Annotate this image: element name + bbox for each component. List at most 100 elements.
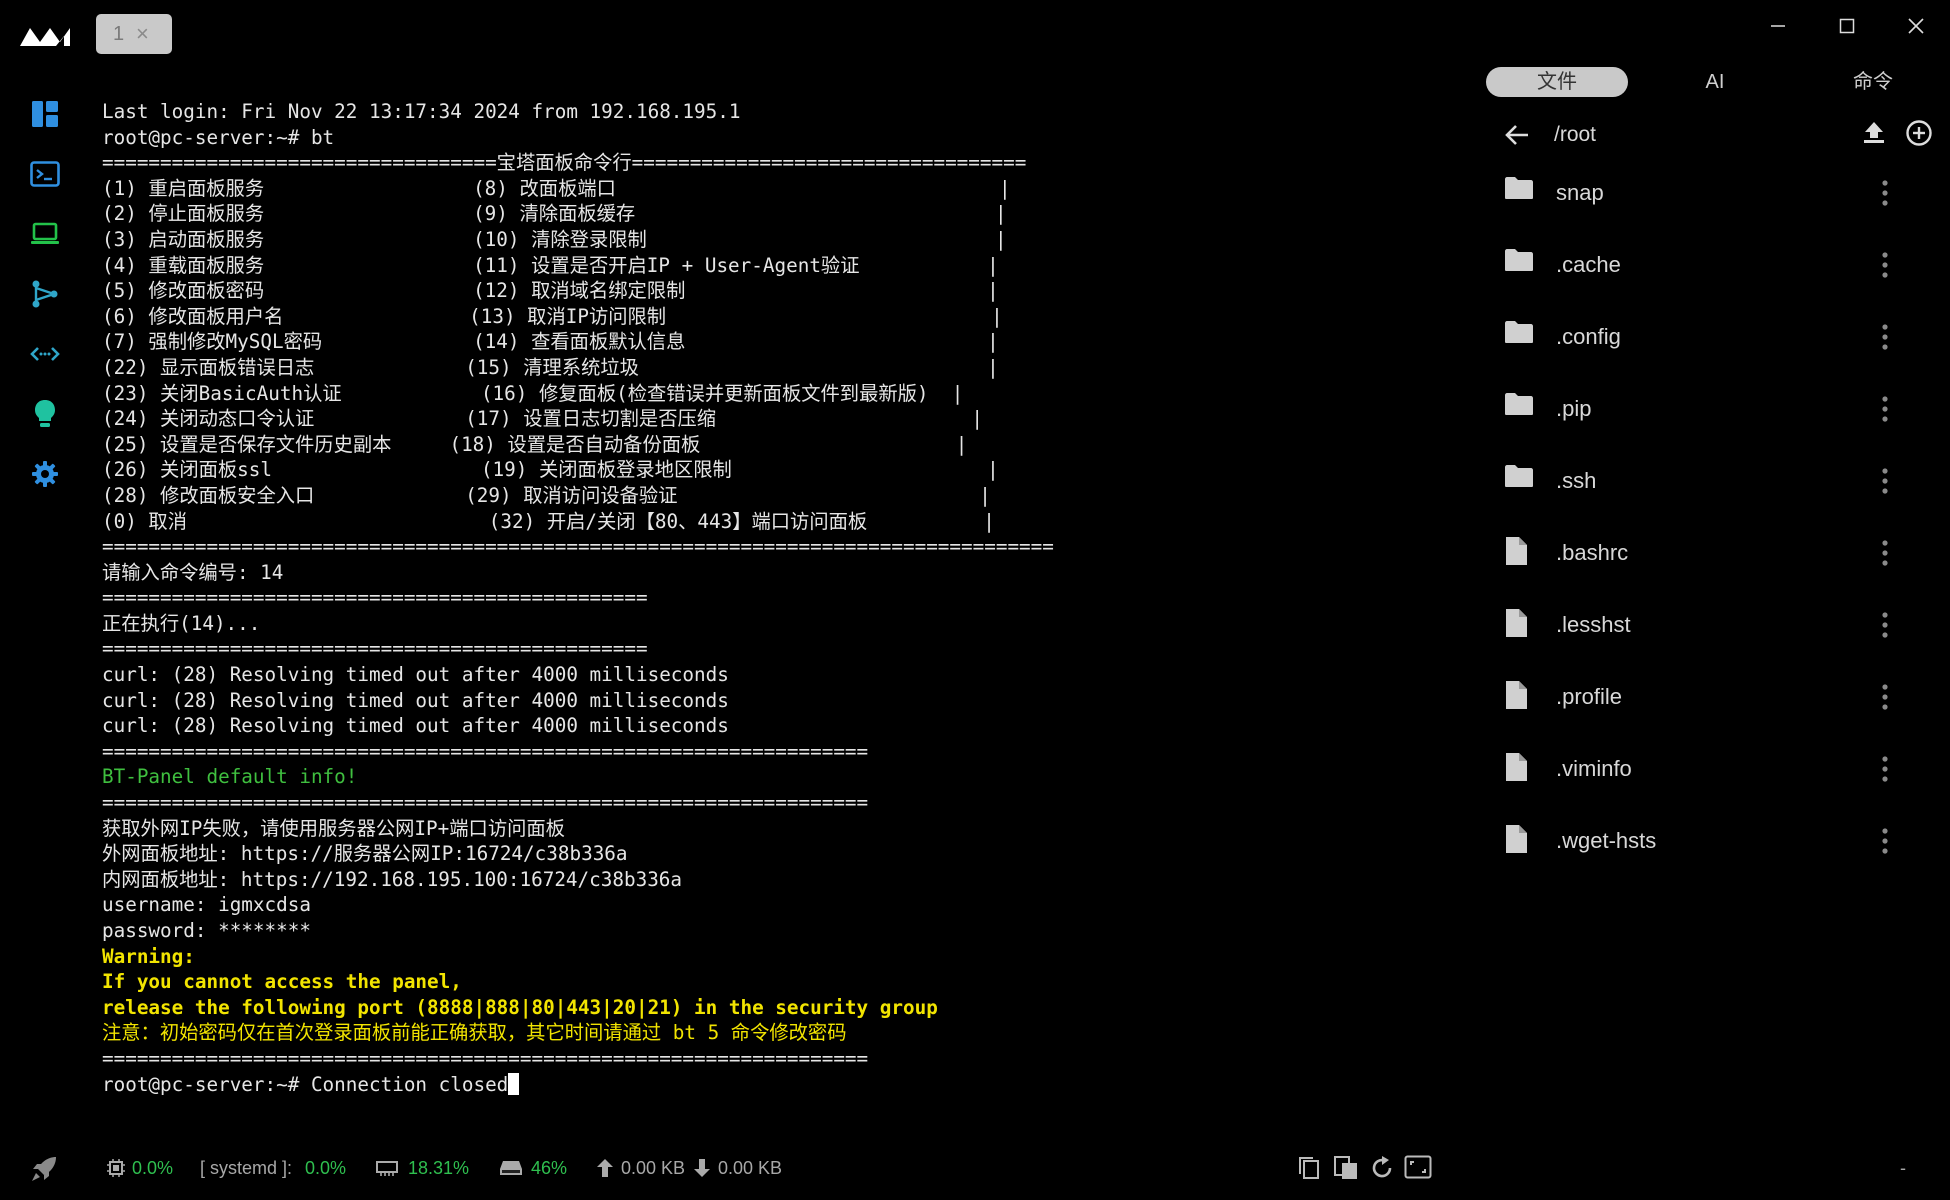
- refresh-icon[interactable]: [1370, 1155, 1394, 1186]
- file-list-item[interactable]: .viminfo: [1470, 744, 1910, 794]
- terminal-line: 正在执行(14)...: [102, 611, 261, 635]
- terminal-line: ========================================…: [102, 791, 869, 815]
- minimize-button[interactable]: [1750, 6, 1806, 46]
- file-list-item[interactable]: .bashrc: [1470, 528, 1910, 578]
- tab-close-icon[interactable]: ×: [136, 14, 149, 54]
- more-options-icon[interactable]: [1882, 252, 1888, 282]
- file-name: .cache: [1556, 252, 1621, 277]
- terminal-line: curl: (28) Resolving timed out after 400…: [102, 663, 729, 687]
- host-icon[interactable]: [28, 217, 62, 251]
- tab-ai[interactable]: AI: [1644, 67, 1786, 97]
- prompt-text: root@pc-server:~# Connection closed: [102, 1072, 509, 1096]
- more-options-icon[interactable]: [1882, 324, 1888, 354]
- terminal-line: BT-Panel default info!: [102, 765, 358, 789]
- add-circle-icon[interactable]: [1905, 119, 1933, 151]
- terminal-line: Last login: Fri Nov 22 13:17:34 2024 fro…: [102, 100, 741, 123]
- process-usage: 0.0%: [305, 1158, 347, 1178]
- terminal-line: (3) 启动面板服务 (10) 清除登录限制 |: [102, 227, 1007, 251]
- file-name: .lesshst: [1556, 612, 1631, 637]
- terminal-line: Warning:: [102, 944, 195, 968]
- settings-icon[interactable]: [28, 457, 62, 491]
- process-label: [ systemd ]:: [200, 1158, 293, 1178]
- upload-icon[interactable]: [1863, 120, 1885, 148]
- terminal-line: (5) 修改面板密码 (12) 取消域名绑定限制 |: [102, 279, 999, 303]
- terminal-line: 外网面板地址: https://服务器公网IP:16724/c38b336a: [102, 842, 628, 866]
- terminal-output[interactable]: Last login: Fri Nov 22 13:17:34 2024 fro…: [102, 99, 1462, 1099]
- file-list-item[interactable]: .pip: [1470, 384, 1910, 434]
- dashboard-icon[interactable]: [28, 97, 62, 131]
- bulb-icon[interactable]: [28, 397, 62, 431]
- title-bar: 1 ×: [0, 0, 1950, 56]
- terminal-line: (4) 重载面板服务 (11) 设置是否开启IP + User-Agent验证 …: [102, 253, 999, 277]
- close-icon: [1908, 18, 1924, 34]
- memory-icon: [376, 1159, 398, 1182]
- session-tab-label: 1: [113, 23, 125, 45]
- download-rate: 0.00 KB: [718, 1158, 783, 1178]
- terminal-line: 请输入命令编号: 14: [102, 560, 284, 584]
- network-icon[interactable]: [28, 277, 62, 311]
- file-name: .profile: [1556, 684, 1623, 709]
- disk-usage: 46%: [531, 1158, 568, 1178]
- file-list-item[interactable]: .ssh: [1470, 456, 1910, 506]
- more-options-icon[interactable]: [1882, 684, 1888, 714]
- more-options-icon[interactable]: [1882, 396, 1888, 426]
- terminal-line: (6) 修改面板用户名 (13) 取消IP访问限制 |: [102, 304, 1003, 328]
- terminal-line: ========================================…: [102, 637, 648, 661]
- file-icon: [1504, 752, 1528, 786]
- terminal-line: (0) 取消 (32) 开启/关闭【80、443】端口访问面板 |: [102, 509, 995, 533]
- file-icon: [1504, 824, 1528, 858]
- terminal-cursor: [508, 1072, 520, 1095]
- terminal-line: ========================================…: [102, 1046, 869, 1070]
- terminal-line: 内网面板地址: https://192.168.195.100:16724/c3…: [102, 867, 683, 891]
- fullscreen-icon[interactable]: [1404, 1155, 1432, 1184]
- cpu-icon: [107, 1159, 125, 1182]
- file-name: .bashrc: [1556, 540, 1629, 565]
- folder-icon: [1504, 176, 1534, 204]
- file-panel: 文件 AI 命令 /root snap .cache .config .pip .ssh…: [1470, 56, 1932, 1096]
- terminal-line: curl: (28) Resolving timed out after 400…: [102, 688, 729, 712]
- terminal-prompt-line: root@pc-server:~# Connection closed: [102, 1072, 1462, 1098]
- status-trailing: -: [1900, 1158, 1906, 1178]
- folder-icon: [1504, 392, 1534, 420]
- session-tab[interactable]: 1 ×: [96, 14, 172, 54]
- file-icon: [1504, 608, 1528, 642]
- file-list-item[interactable]: .lesshst: [1470, 600, 1910, 650]
- file-list-item[interactable]: .config: [1470, 312, 1910, 362]
- tab-files[interactable]: 文件: [1486, 67, 1628, 97]
- more-options-icon[interactable]: [1882, 756, 1888, 786]
- path-bar: /root: [1470, 116, 1932, 156]
- close-button[interactable]: [1888, 6, 1944, 46]
- more-options-icon[interactable]: [1882, 180, 1888, 210]
- file-name: .config: [1556, 324, 1621, 349]
- copy-icon[interactable]: [1297, 1155, 1321, 1186]
- terminal-line: ==================================宝塔面板命令…: [102, 151, 1027, 175]
- left-sidebar: [0, 56, 90, 1146]
- minimize-icon: [1771, 25, 1785, 27]
- terminal-line: password: ********: [102, 919, 311, 942]
- current-path: /root: [1554, 123, 1597, 146]
- file-name: .ssh: [1556, 468, 1597, 493]
- terminal-line: 注意：初始密码仅在首次登录面板前能正确获取，其它时间请通过 bt 5 命令修改密…: [102, 1021, 847, 1045]
- rocket-icon[interactable]: [30, 1155, 58, 1188]
- terminal-line: ========================================…: [102, 535, 1054, 559]
- tab-commands[interactable]: 命令: [1802, 67, 1944, 97]
- code-icon[interactable]: [28, 337, 62, 371]
- terminal-line: (26) 关闭面板ssl (19) 关闭面板登录地区限制 |: [102, 458, 999, 482]
- file-list-item[interactable]: .cache: [1470, 240, 1910, 290]
- more-options-icon[interactable]: [1882, 828, 1888, 858]
- app-logo: [20, 28, 70, 46]
- more-options-icon[interactable]: [1882, 540, 1888, 570]
- maximize-button[interactable]: [1819, 6, 1875, 46]
- terminal-line: ========================================…: [102, 739, 869, 763]
- terminal-line: ========================================…: [102, 586, 648, 610]
- more-options-icon[interactable]: [1882, 612, 1888, 642]
- terminal-icon[interactable]: [28, 157, 62, 191]
- back-arrow-icon[interactable]: [1504, 124, 1530, 150]
- file-list-item[interactable]: .profile: [1470, 672, 1910, 722]
- file-list-item[interactable]: .wget-hsts: [1470, 816, 1910, 866]
- more-options-icon[interactable]: [1882, 468, 1888, 498]
- file-list-item[interactable]: snap: [1470, 168, 1910, 218]
- paste-icon[interactable]: [1333, 1155, 1359, 1186]
- terminal-line: (7) 强制修改MySQL密码 (14) 查看面板默认信息 |: [102, 330, 999, 354]
- terminal-line: (25) 设置是否保存文件历史副本 (18) 设置是否自动备份面板 |: [102, 432, 968, 456]
